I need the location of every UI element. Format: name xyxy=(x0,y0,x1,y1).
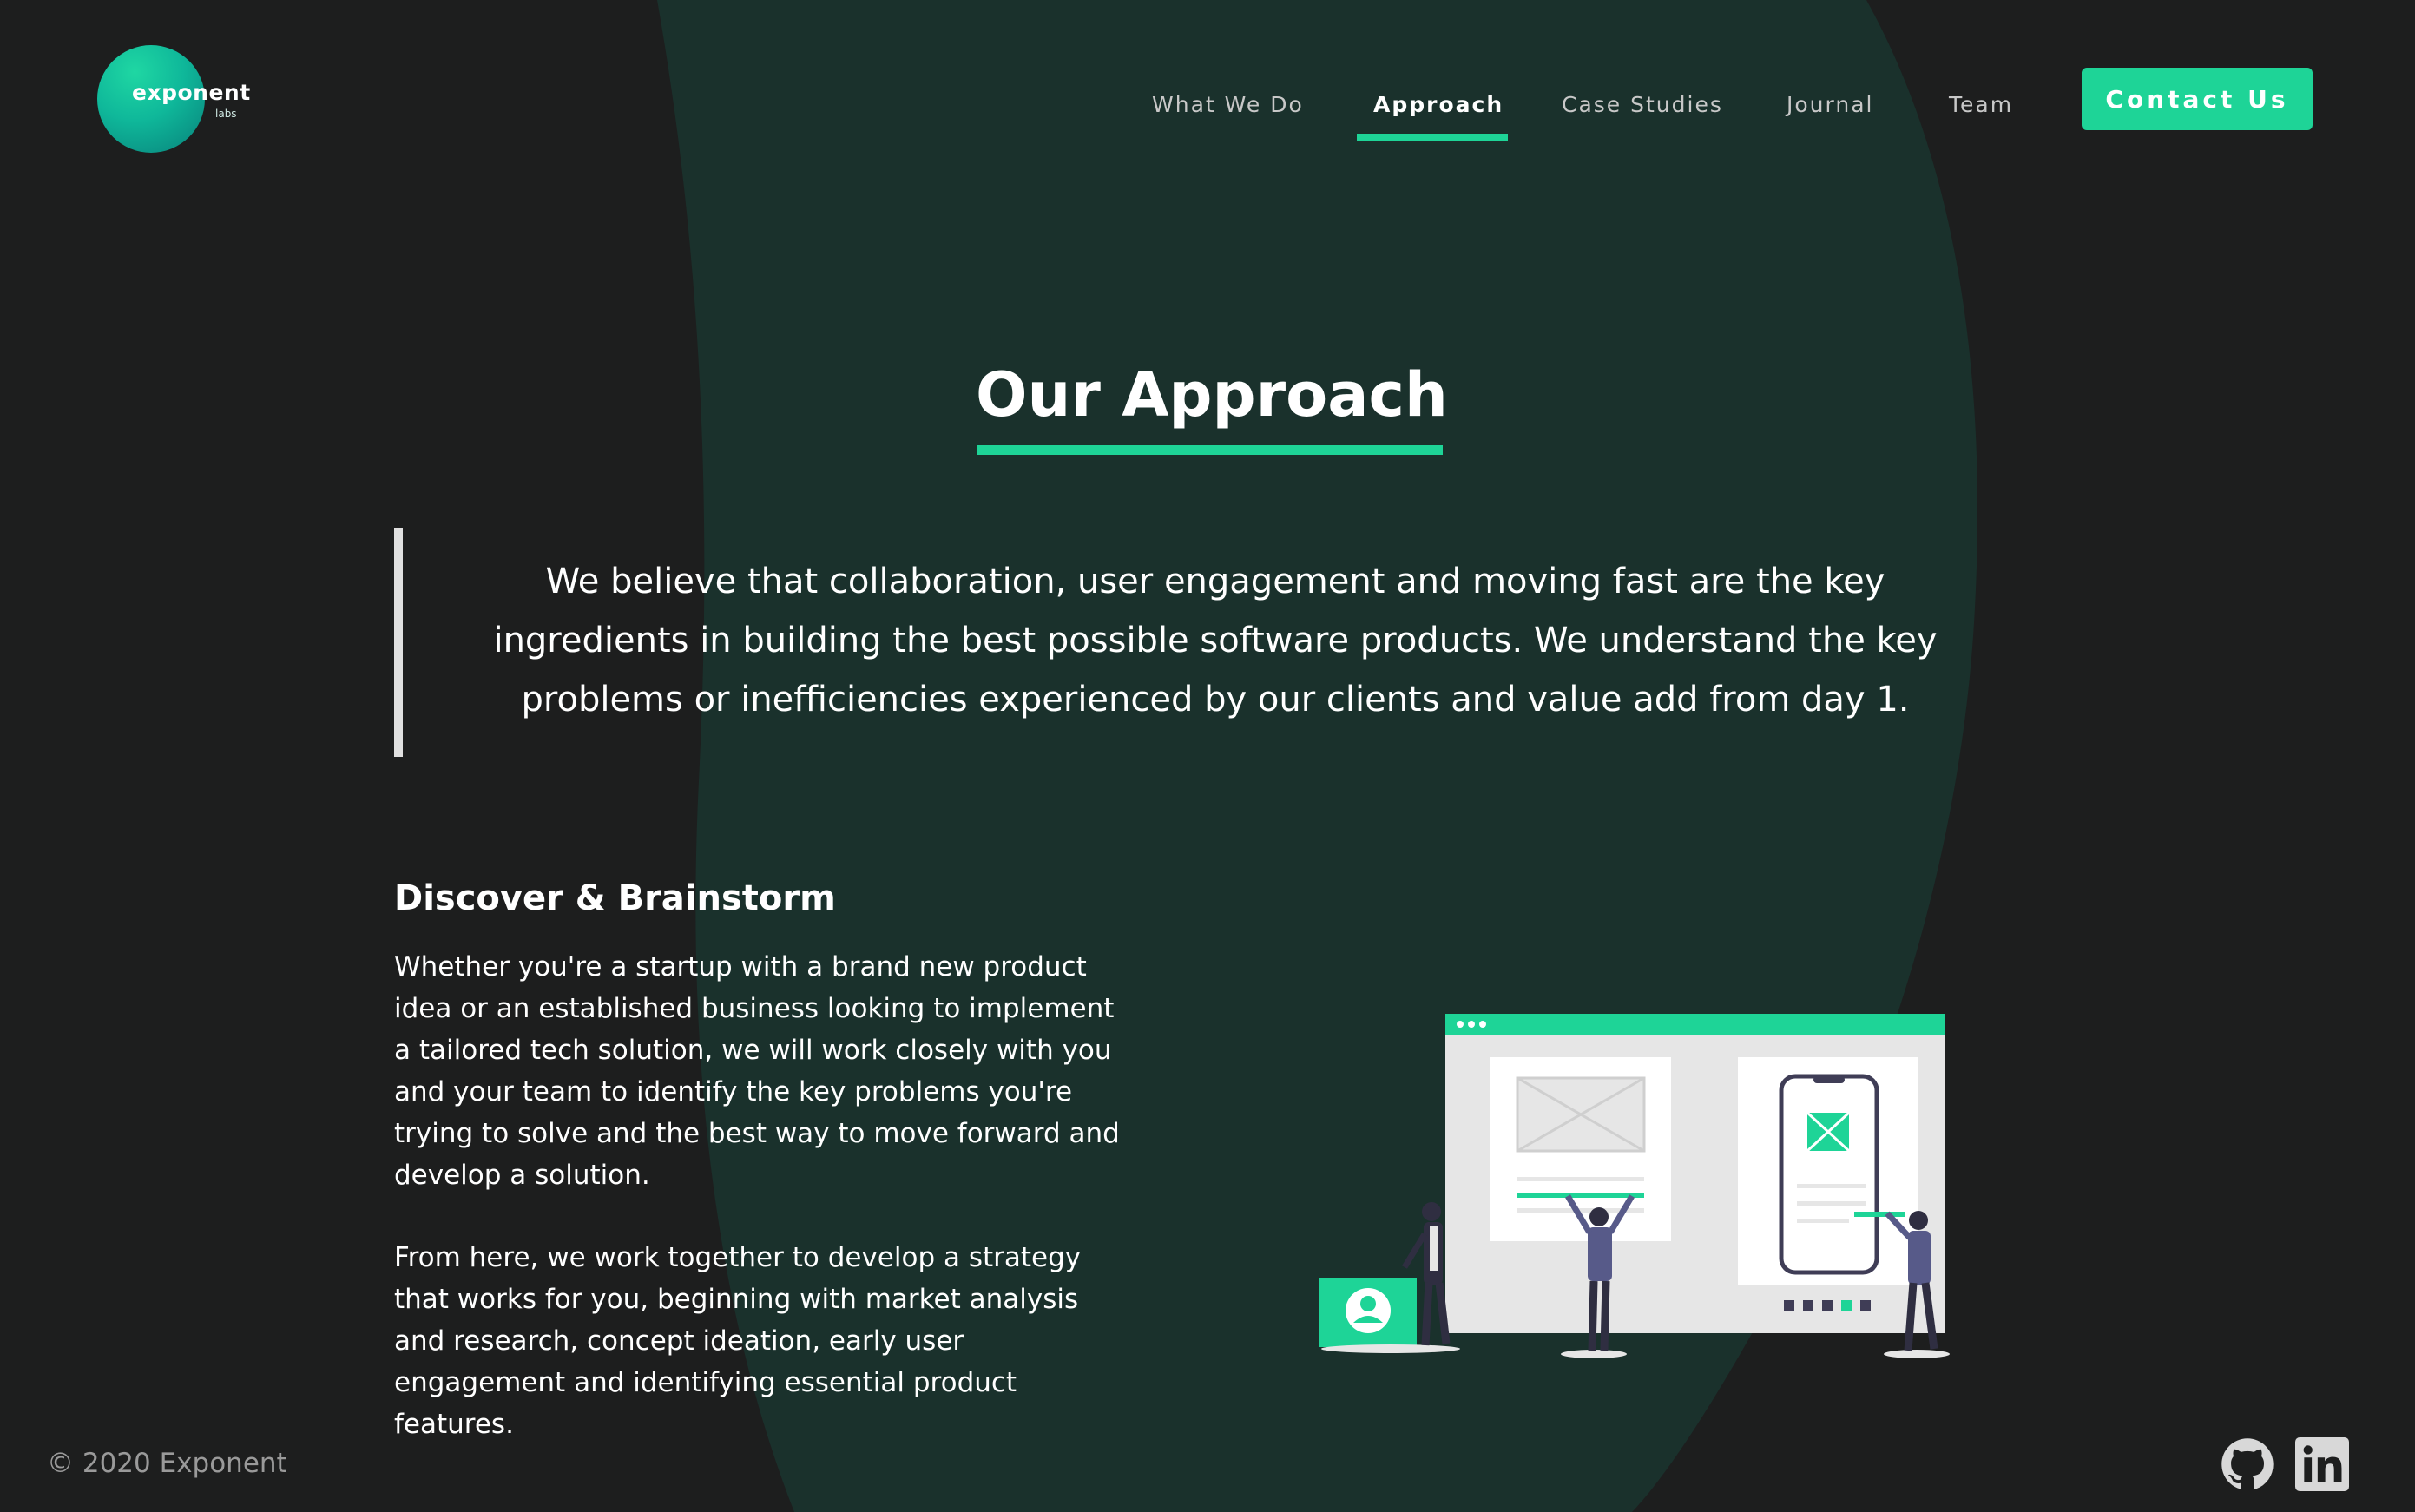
logo-wordmark: exponent xyxy=(132,80,251,105)
nav-item-team[interactable]: Team xyxy=(1949,92,2013,117)
nav-item-journal[interactable]: Journal xyxy=(1787,92,1873,117)
nav-active-indicator xyxy=(1357,134,1508,141)
page-title: Our Approach xyxy=(976,359,1448,431)
title-underline xyxy=(977,445,1443,455)
background-blob xyxy=(657,0,1978,1512)
nav-item-approach[interactable]: Approach xyxy=(1373,92,1504,117)
section-title: Discover & Brainstorm xyxy=(394,878,836,918)
copyright: © 2020 Exponent xyxy=(47,1448,287,1479)
linkedin-icon[interactable] xyxy=(2295,1437,2349,1491)
section-paragraph-2: From here, we work together to develop a… xyxy=(394,1242,1082,1440)
quote-bar xyxy=(394,528,403,757)
brainstorm-illustration xyxy=(1319,1014,1950,1358)
approach-quote: We believe that collaboration, user enga… xyxy=(493,562,1938,720)
logo-subtitle: labs xyxy=(215,108,237,120)
nav-item-what-we-do[interactable]: What We Do xyxy=(1152,92,1304,117)
nav-item-case-studies[interactable]: Case Studies xyxy=(1562,92,1723,117)
github-icon[interactable] xyxy=(2221,1437,2274,1491)
section-paragraph-1: Whether you're a startup with a brand ne… xyxy=(394,951,1120,1191)
contact-us-button[interactable]: Contact Us xyxy=(2082,68,2313,130)
